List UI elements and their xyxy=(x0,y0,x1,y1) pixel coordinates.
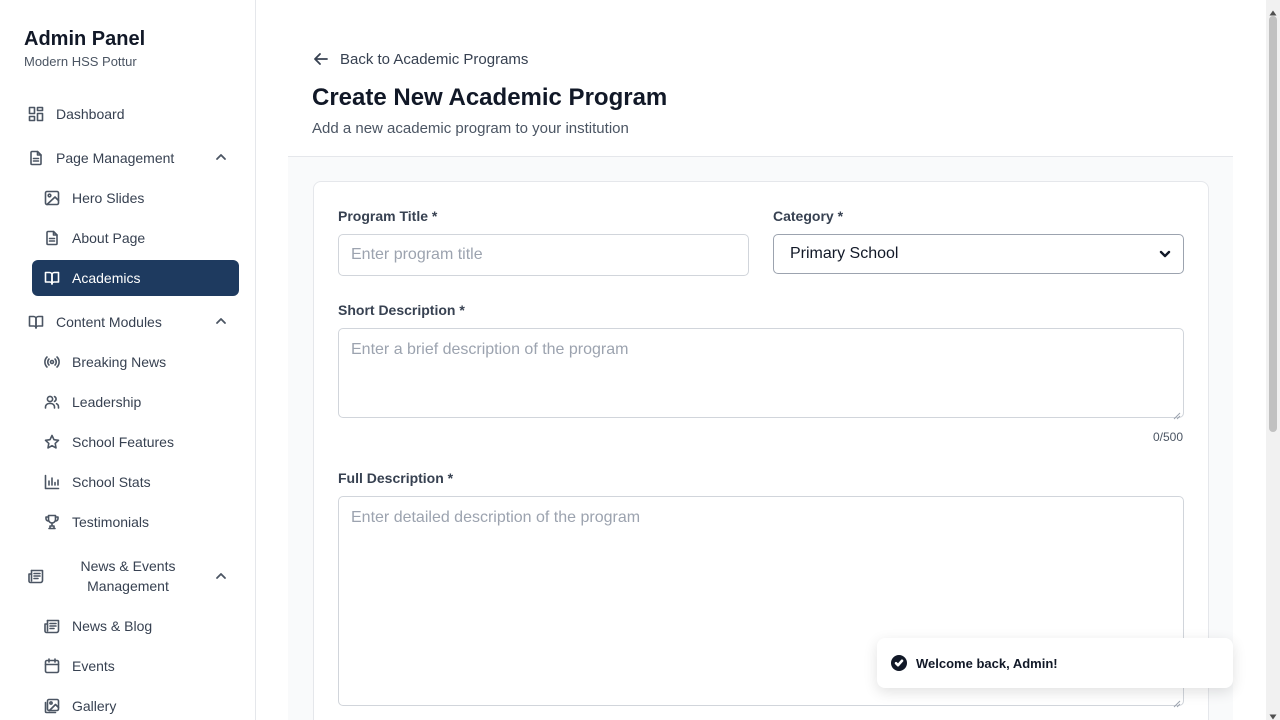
chevron-up-icon[interactable] xyxy=(214,314,228,328)
newspaper-icon xyxy=(44,618,60,634)
sidebar-item-label: School Stats xyxy=(72,474,151,490)
sidebar-item-academics[interactable]: Academics xyxy=(32,260,239,296)
file-text-icon xyxy=(44,230,60,246)
category-selected-value: Primary School xyxy=(790,245,899,262)
resize-handle-icon[interactable] xyxy=(1173,695,1181,708)
program-title-input[interactable]: Enter program title xyxy=(338,234,749,276)
program-title-placeholder: Enter program title xyxy=(351,246,483,263)
brand-subtitle: Modern HSS Pottur xyxy=(24,54,137,69)
resize-handle-icon[interactable] xyxy=(1173,407,1181,420)
check-circle-icon xyxy=(891,655,907,671)
scroll-down-arrow-icon[interactable] xyxy=(1269,708,1277,720)
trophy-icon xyxy=(44,514,60,530)
dashboard-icon xyxy=(28,106,44,122)
back-link-label: Back to Academic Programs xyxy=(340,50,529,68)
sidebar-item-label: Breaking News xyxy=(72,354,167,370)
sidebar-item-label: News & Blog xyxy=(72,618,153,634)
sidebar-item-school-stats[interactable]: School Stats xyxy=(44,464,224,500)
newspaper-icon xyxy=(28,568,44,584)
main-content: Back to Academic Programs Create New Aca… xyxy=(256,0,1266,720)
users-icon xyxy=(44,394,60,410)
sidebar-item-news-events-management[interactable]: News & Events Management xyxy=(28,556,228,596)
chevron-down-icon xyxy=(1159,250,1171,258)
sidebar-item-label: Gallery xyxy=(72,698,117,714)
page-scrollbar[interactable] xyxy=(1266,0,1280,720)
sidebar-item-label: Hero Slides xyxy=(72,190,145,206)
chevron-up-icon[interactable] xyxy=(214,569,228,583)
sidebar-item-breaking-news[interactable]: Breaking News xyxy=(44,344,224,380)
sidebar: Admin Panel Modern HSS Pottur Dashboard … xyxy=(0,0,256,720)
radio-icon xyxy=(44,354,60,370)
toast-message: Welcome back, Admin! xyxy=(916,655,1058,671)
sidebar-item-content-modules[interactable]: Content Modules xyxy=(28,304,228,340)
sidebar-item-testimonials[interactable]: Testimonials xyxy=(44,504,224,540)
sidebar-item-label: Page Management xyxy=(56,150,175,166)
back-link[interactable]: Back to Academic Programs xyxy=(312,50,528,68)
calendar-icon xyxy=(44,658,60,674)
image-icon xyxy=(44,190,60,206)
full-description-placeholder: Enter detailed description of the progra… xyxy=(351,509,641,526)
short-description-placeholder: Enter a brief description of the program xyxy=(351,341,629,358)
category-label: Category * xyxy=(773,208,844,224)
sidebar-item-label: Dashboard xyxy=(56,106,125,122)
arrow-left-icon xyxy=(314,53,328,65)
full-description-label: Full Description * xyxy=(338,470,454,486)
chevron-up-icon[interactable] xyxy=(214,150,228,164)
sidebar-item-gallery[interactable]: Gallery xyxy=(44,688,224,720)
star-icon xyxy=(44,434,60,450)
toast-notification: Welcome back, Admin! xyxy=(877,638,1233,688)
short-description-label: Short Description * xyxy=(338,302,465,318)
scrollbar-thumb[interactable] xyxy=(1269,16,1277,432)
scroll-up-arrow-icon[interactable] xyxy=(1269,4,1277,16)
brand: Admin Panel Modern HSS Pottur xyxy=(24,28,145,69)
book-open-icon xyxy=(28,314,44,330)
book-open-icon xyxy=(44,270,60,286)
sidebar-item-label: About Page xyxy=(72,230,146,246)
sidebar-item-label: School Features xyxy=(72,434,174,450)
sidebar-item-about-page[interactable]: About Page xyxy=(44,220,224,256)
sidebar-item-hero-slides[interactable]: Hero Slides xyxy=(44,180,224,216)
sidebar-item-label: Events xyxy=(72,658,115,674)
sidebar-item-label: Leadership xyxy=(72,394,142,410)
sidebar-item-events[interactable]: Events xyxy=(44,648,224,684)
sidebar-item-leadership[interactable]: Leadership xyxy=(44,384,224,420)
file-text-icon xyxy=(28,150,44,166)
short-description-counter: 0/500 xyxy=(1153,430,1184,444)
brand-title: Admin Panel xyxy=(24,28,146,50)
sidebar-item-label: Academics xyxy=(72,270,141,286)
page-subtitle: Add a new academic program to your insti… xyxy=(312,120,629,137)
bar-chart-icon xyxy=(44,474,60,490)
sidebar-item-label: News & Events Management xyxy=(80,558,176,594)
sidebar-item-news-blog[interactable]: News & Blog xyxy=(44,608,224,644)
sidebar-item-school-features[interactable]: School Features xyxy=(44,424,224,460)
images-icon xyxy=(44,698,60,714)
sidebar-item-label: Testimonials xyxy=(72,514,150,530)
page-title: Create New Academic Program xyxy=(312,84,668,111)
program-title-label: Program Title * xyxy=(338,208,438,224)
sidebar-item-label: Content Modules xyxy=(56,314,162,330)
sidebar-item-dashboard[interactable]: Dashboard xyxy=(28,96,228,132)
short-description-textarea[interactable]: Enter a brief description of the program xyxy=(338,328,1184,420)
sidebar-item-page-management[interactable]: Page Management xyxy=(28,140,228,176)
category-select[interactable]: Primary School xyxy=(773,234,1184,274)
